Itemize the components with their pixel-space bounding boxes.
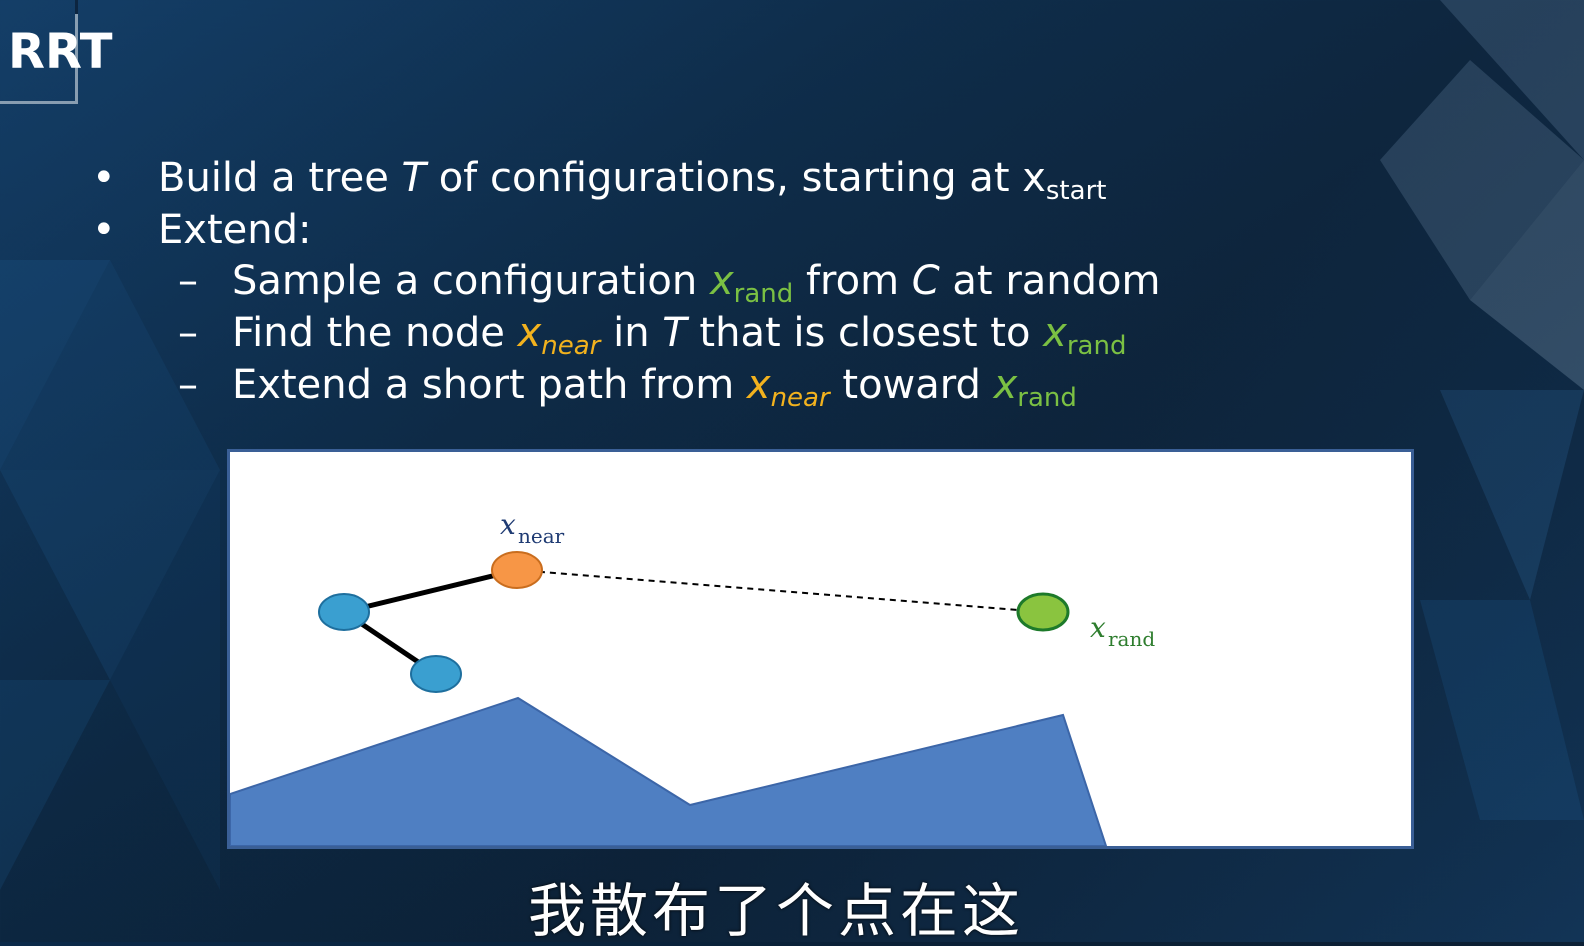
subbullet-marker: – [178,362,198,408]
rand-label: x [1090,611,1106,644]
near-node [491,551,543,589]
subbullet-marker: – [178,310,198,356]
rand-node [1016,592,1070,632]
tree-edge [343,567,518,615]
tree-node [318,593,370,631]
rrt-diagram-canvas: x near x rand [230,508,1155,846]
rand-label-subscript: rand [1108,627,1155,651]
extension-dashed-line [516,569,1044,613]
bullet-build-tree: Build a tree T of configurations, starti… [158,155,1107,206]
subbullet-find-node: Find the node xnear in T that is closest… [232,310,1127,361]
slide-title: RRT [8,24,113,80]
bullet-marker: • [92,155,116,201]
tree-node [410,655,462,693]
obstacle-polygon [230,696,1108,846]
subbullet-marker: – [178,258,198,304]
subbullet-extend-path: Extend a short path from xnear toward xr… [232,362,1077,413]
bullet-extend: Extend: [158,207,312,253]
rrt-diagram: x near x rand [227,449,1414,849]
bullet-marker: • [92,207,116,253]
video-subtitle: 我散布了个点在这 [528,877,1025,945]
near-label: x [500,508,516,541]
near-label-subscript: near [518,524,565,548]
subbullet-sample: Sample a configuration xrand from C at r… [232,258,1161,309]
